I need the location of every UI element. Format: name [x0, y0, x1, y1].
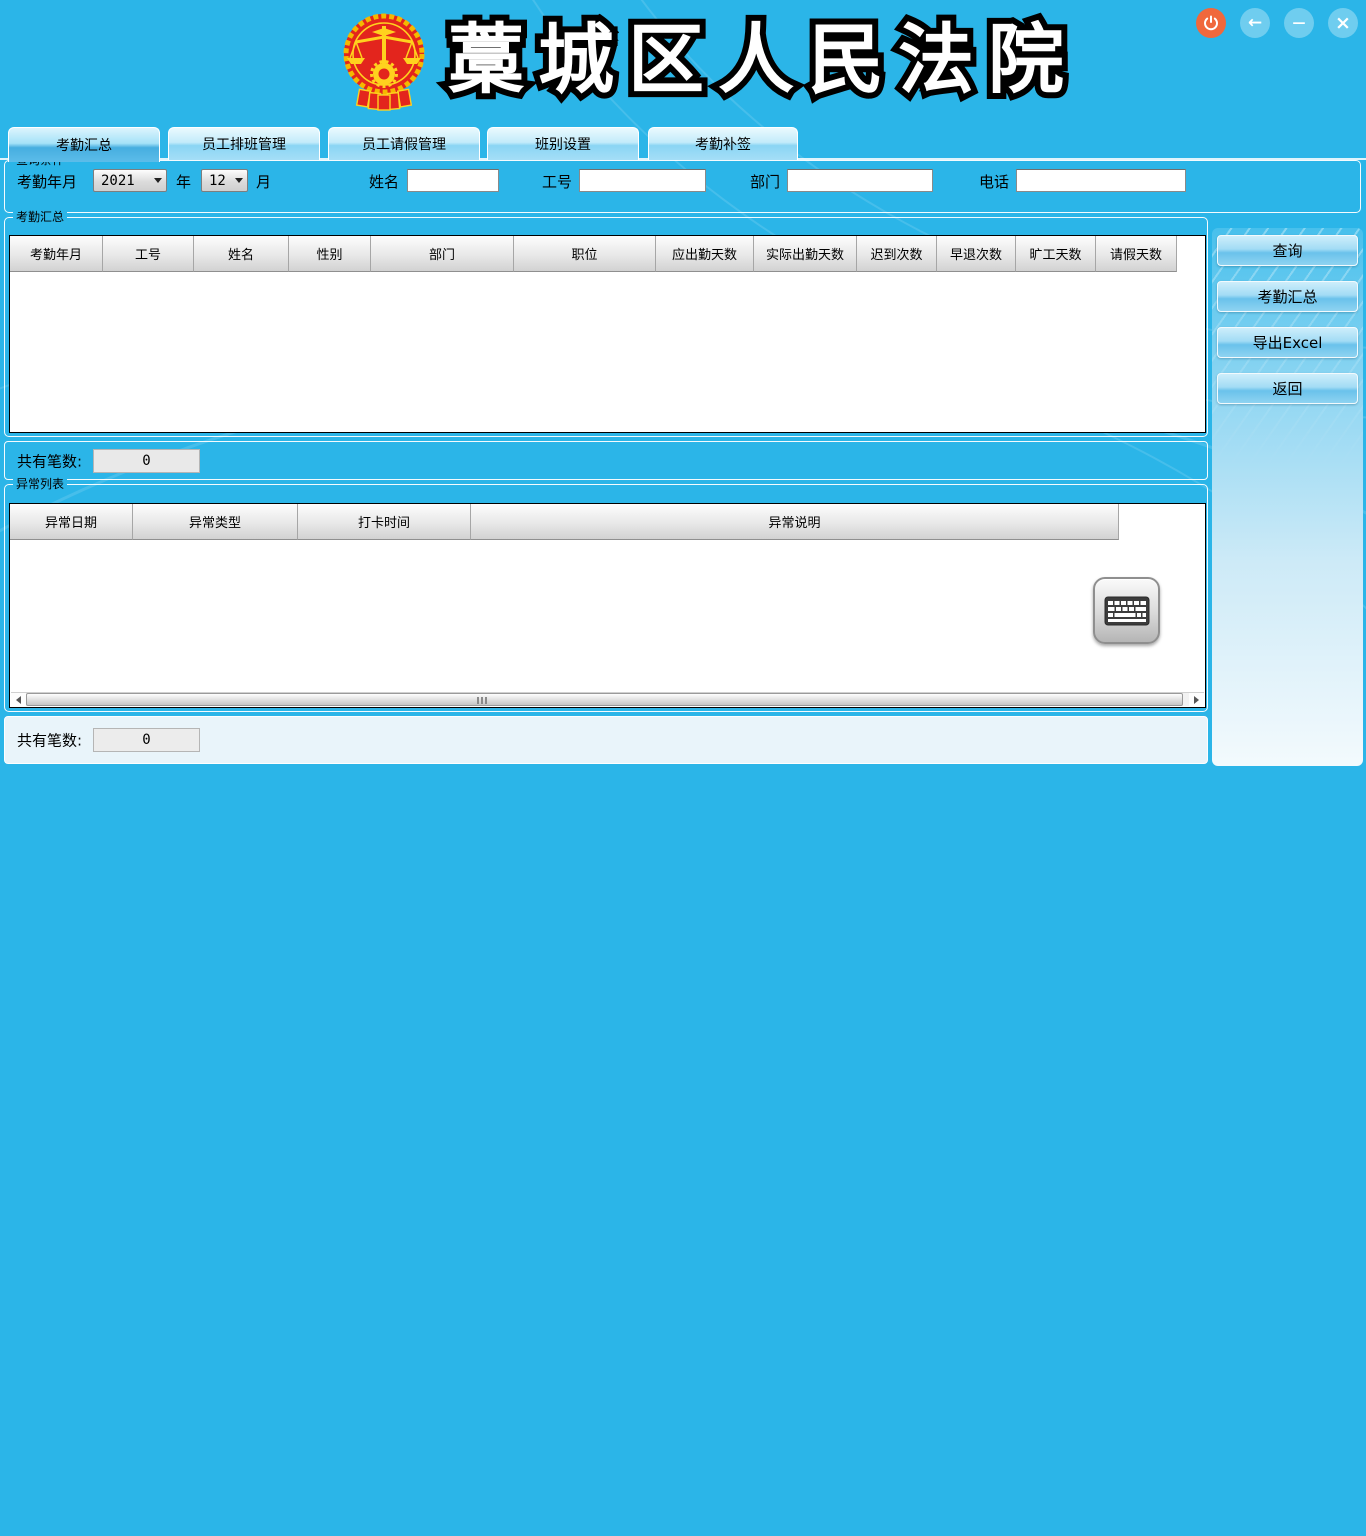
- keyboard-icon: [1104, 596, 1150, 626]
- attendance-summary-button[interactable]: 考勤汇总: [1217, 281, 1358, 312]
- power-icon: [1203, 15, 1219, 31]
- summary-table-header-row: 考勤年月 工号 姓名 性别 部门 职位 应出勤天数 实际出勤天数 迟到次数 早退…: [10, 236, 1205, 272]
- tab-shift-management[interactable]: 员工排班管理: [168, 127, 320, 160]
- search-button[interactable]: 查询: [1217, 235, 1358, 266]
- export-excel-button[interactable]: 导出Excel: [1217, 327, 1358, 358]
- back-arrow-icon: ←: [1248, 13, 1262, 33]
- attendance-month-label: 考勤年月: [17, 171, 77, 192]
- summary-count-label: 共有笔数:: [17, 450, 82, 471]
- col-header-employee-id[interactable]: 工号: [103, 236, 194, 272]
- col-header-filler: [1119, 504, 1205, 540]
- query-conditions-groupbox: 查询条件 考勤年月 2021 年 12 月 姓名 工号 部门 电话: [4, 160, 1361, 213]
- close-icon: ×: [1335, 12, 1351, 34]
- triangle-right-icon: [1194, 696, 1199, 704]
- name-input[interactable]: [407, 169, 499, 192]
- year-select-value: 2021: [94, 173, 150, 189]
- year-suffix-label: 年: [176, 171, 191, 192]
- employee-id-input[interactable]: [579, 169, 706, 192]
- attendance-summary-groupbox: 考勤汇总 考勤年月 工号 姓名 性别 部门 职位 应出勤天数 实际出勤天数 迟到…: [4, 217, 1208, 437]
- exceptions-table-header-row: 异常日期 异常类型 打卡时间 异常说明: [10, 504, 1205, 540]
- minimize-button[interactable]: —: [1284, 8, 1314, 38]
- scroll-right-arrow[interactable]: [1189, 693, 1204, 706]
- minimize-icon: —: [1293, 16, 1306, 31]
- scrollbar-thumb[interactable]: [26, 693, 1183, 706]
- scrollbar-grip-icon: [477, 697, 487, 704]
- chevron-down-icon: [150, 178, 166, 183]
- month-suffix-label: 月: [256, 171, 271, 192]
- col-header-leave-days[interactable]: 请假天数: [1096, 236, 1177, 272]
- scroll-left-arrow[interactable]: [11, 693, 26, 706]
- triangle-left-icon: [16, 696, 21, 704]
- col-header-early-leave-count[interactable]: 早退次数: [937, 236, 1016, 272]
- court-emblem-logo: [342, 8, 426, 112]
- col-header-department[interactable]: 部门: [371, 236, 514, 272]
- attendance-summary-table: 考勤年月 工号 姓名 性别 部门 职位 应出勤天数 实际出勤天数 迟到次数 早退…: [9, 235, 1206, 433]
- exceptions-count-value: 0: [93, 728, 200, 752]
- exceptions-count-label: 共有笔数:: [17, 730, 82, 751]
- tab-shift-type-settings[interactable]: 班别设置: [487, 127, 639, 160]
- phone-label: 电话: [979, 171, 1009, 192]
- tab-leave-management[interactable]: 员工请假管理: [328, 127, 480, 160]
- action-panel: 查询 考勤汇总 导出Excel 返回: [1212, 228, 1363, 766]
- tab-attendance-resign[interactable]: 考勤补签: [648, 127, 798, 160]
- col-header-gender[interactable]: 性别: [289, 236, 371, 272]
- col-header-exception-type[interactable]: 异常类型: [133, 504, 298, 540]
- exceptions-count-panel: 共有笔数: 0: [4, 716, 1208, 764]
- month-select[interactable]: 12: [201, 169, 248, 192]
- month-select-value: 12: [202, 173, 231, 189]
- tab-attendance-summary[interactable]: 考勤汇总: [8, 127, 160, 162]
- chevron-down-icon: [231, 178, 247, 183]
- exceptions-group-title: 异常列表: [13, 477, 67, 491]
- exceptions-groupbox: 异常列表 异常日期 异常类型 打卡时间 异常说明: [4, 484, 1208, 712]
- col-header-name[interactable]: 姓名: [194, 236, 289, 272]
- close-button[interactable]: ×: [1328, 8, 1358, 38]
- back-button[interactable]: ←: [1240, 8, 1270, 38]
- col-header-required-days[interactable]: 应出勤天数: [656, 236, 754, 272]
- summary-count-panel: 共有笔数: 0: [4, 441, 1208, 480]
- power-button[interactable]: [1196, 8, 1226, 38]
- col-header-exception-date[interactable]: 异常日期: [10, 504, 133, 540]
- summary-group-title: 考勤汇总: [13, 210, 67, 224]
- department-label: 部门: [750, 171, 780, 192]
- col-header-absent-days[interactable]: 旷工天数: [1016, 236, 1096, 272]
- return-button[interactable]: 返回: [1217, 373, 1358, 404]
- exceptions-table: 异常日期 异常类型 打卡时间 异常说明: [9, 503, 1206, 708]
- year-select[interactable]: 2021: [93, 169, 167, 192]
- col-header-actual-days[interactable]: 实际出勤天数: [754, 236, 857, 272]
- col-header-attendance-month[interactable]: 考勤年月: [10, 236, 103, 272]
- col-header-filler: [1177, 236, 1205, 272]
- col-header-exception-note[interactable]: 异常说明: [471, 504, 1119, 540]
- col-header-late-count[interactable]: 迟到次数: [857, 236, 937, 272]
- col-header-position[interactable]: 职位: [514, 236, 656, 272]
- page-title: 藁城区人民法院 藁城区人民法院: [448, 10, 1028, 110]
- virtual-keyboard-button[interactable]: [1093, 577, 1160, 644]
- horizontal-scrollbar: [11, 692, 1204, 706]
- name-label: 姓名: [369, 171, 399, 192]
- summary-count-value: 0: [93, 449, 200, 473]
- attendance-app-window: { "header": { "title": "藁城区人民法院", "icons…: [0, 0, 1366, 768]
- phone-input[interactable]: [1016, 169, 1186, 192]
- col-header-punch-time[interactable]: 打卡时间: [298, 504, 471, 540]
- employee-id-label: 工号: [542, 171, 572, 192]
- department-input[interactable]: [787, 169, 933, 192]
